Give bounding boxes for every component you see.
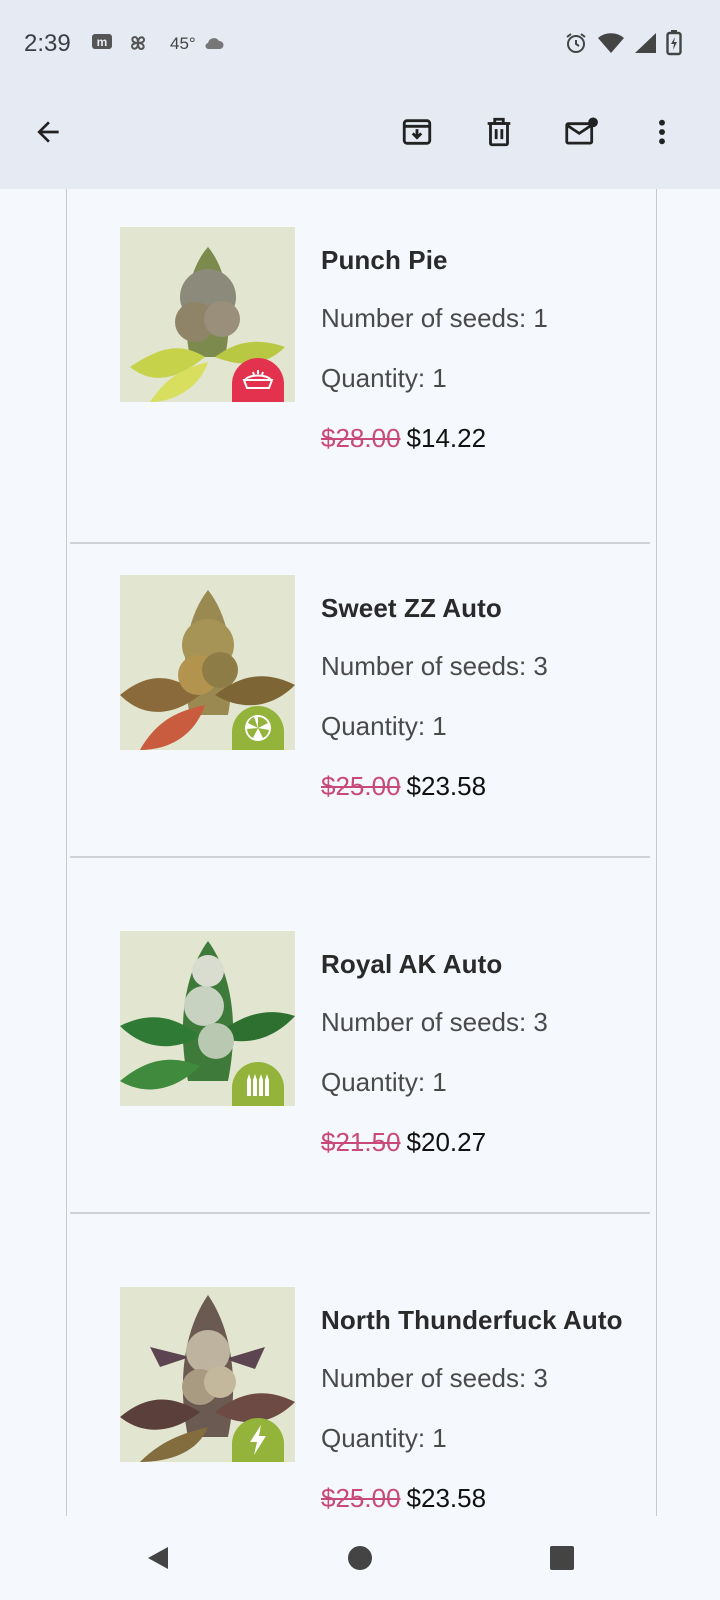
seeds-count: Number of seeds: 3 [321, 651, 548, 681]
new-price: $23.58 [406, 771, 487, 801]
badge [232, 1062, 284, 1106]
product-item: Sweet ZZ Auto Number of seeds: 3 Quantit… [70, 503, 650, 858]
more-options-button[interactable] [634, 104, 690, 160]
svg-text:m: m [97, 35, 108, 49]
alarm-icon [563, 30, 589, 56]
signal-icon [632, 30, 658, 56]
email-body[interactable]: Punch Pie Number of seeds: 1 Quantity: 1… [0, 189, 720, 1516]
old-price: $25.00 [321, 771, 401, 801]
delete-button[interactable] [471, 104, 527, 160]
pinwheel-icon [125, 30, 151, 56]
quantity: Quantity: 1 [321, 1423, 447, 1453]
old-price: $28.00 [321, 423, 401, 453]
nav-back-button[interactable] [132, 1532, 184, 1584]
seeds-count: Number of seeds: 3 [321, 1363, 548, 1393]
product-image[interactable] [120, 931, 295, 1106]
back-icon [37, 121, 59, 143]
badge [232, 358, 284, 402]
product-image[interactable] [120, 575, 295, 750]
wifi-icon [596, 30, 626, 56]
divider [70, 1212, 650, 1214]
badge [232, 706, 284, 750]
mark-unread-icon [565, 117, 598, 145]
recents-square-icon [550, 1546, 574, 1570]
product-name[interactable]: Sweet ZZ Auto [321, 593, 502, 624]
ammo-icon [247, 1074, 269, 1096]
back-triangle-icon [148, 1547, 168, 1569]
home-circle-icon [348, 1546, 372, 1570]
more-vert-icon [659, 119, 665, 145]
autoflower-icon [245, 715, 271, 741]
old-price: $25.00 [321, 1483, 401, 1513]
product-info: Sweet ZZ Auto Number of seeds: 3 Quantit… [321, 593, 548, 801]
price: $21.50 $20.27 [321, 1127, 486, 1158]
top-bar: 2:39 m 45° [0, 0, 720, 189]
old-price: $21.50 [321, 1127, 401, 1157]
product-item: Royal AK Auto Number of seeds: 3 Quantit… [70, 859, 650, 1214]
pie-icon [242, 370, 274, 389]
product-name[interactable]: Royal AK Auto [321, 949, 502, 980]
delete-icon [487, 117, 511, 147]
status-time: 2:39 [24, 30, 71, 57]
cloud-icon [203, 30, 225, 56]
seeds-count: Number of seeds: 3 [321, 1007, 548, 1037]
product-item: North Thunderfuck Auto Number of seeds: … [70, 1215, 650, 1516]
product-info: Royal AK Auto Number of seeds: 3 Quantit… [321, 949, 548, 1157]
product-item: Punch Pie Number of seeds: 1 Quantity: 1… [70, 189, 650, 544]
archive-icon [402, 119, 432, 145]
new-price: $14.22 [406, 423, 487, 453]
new-price: $23.58 [406, 1483, 487, 1513]
product-name[interactable]: North Thunderfuck Auto [321, 1305, 623, 1336]
quantity: Quantity: 1 [321, 1067, 447, 1097]
nav-home-button[interactable] [334, 1532, 386, 1584]
price: $25.00 $23.58 [321, 1483, 486, 1514]
price: $28.00 $14.22 [321, 423, 486, 454]
navigation-bar [0, 1516, 720, 1600]
archive-button[interactable] [389, 104, 445, 160]
m-app-icon: m [90, 30, 114, 56]
mark-unread-button[interactable] [554, 104, 610, 160]
seeds-count: Number of seeds: 1 [321, 303, 548, 333]
product-image[interactable] [120, 227, 295, 402]
product-info: Punch Pie Number of seeds: 1 Quantity: 1… [321, 245, 548, 453]
status-bar: 2:39 m 45° [0, 0, 720, 92]
lightning-icon [250, 1425, 266, 1455]
product-image[interactable] [120, 1287, 295, 1462]
price: $25.00 $23.58 [321, 771, 486, 802]
quantity: Quantity: 1 [321, 363, 447, 393]
badge [232, 1418, 284, 1462]
back-button[interactable] [20, 104, 76, 160]
new-price: $20.27 [406, 1127, 487, 1157]
product-name[interactable]: Punch Pie [321, 245, 448, 276]
battery-charging-icon [664, 30, 684, 56]
product-info: North Thunderfuck Auto Number of seeds: … [321, 1305, 623, 1513]
divider [70, 856, 650, 858]
quantity: Quantity: 1 [321, 711, 447, 741]
status-temperature: 45° [170, 34, 196, 53]
nav-recents-button[interactable] [536, 1532, 588, 1584]
